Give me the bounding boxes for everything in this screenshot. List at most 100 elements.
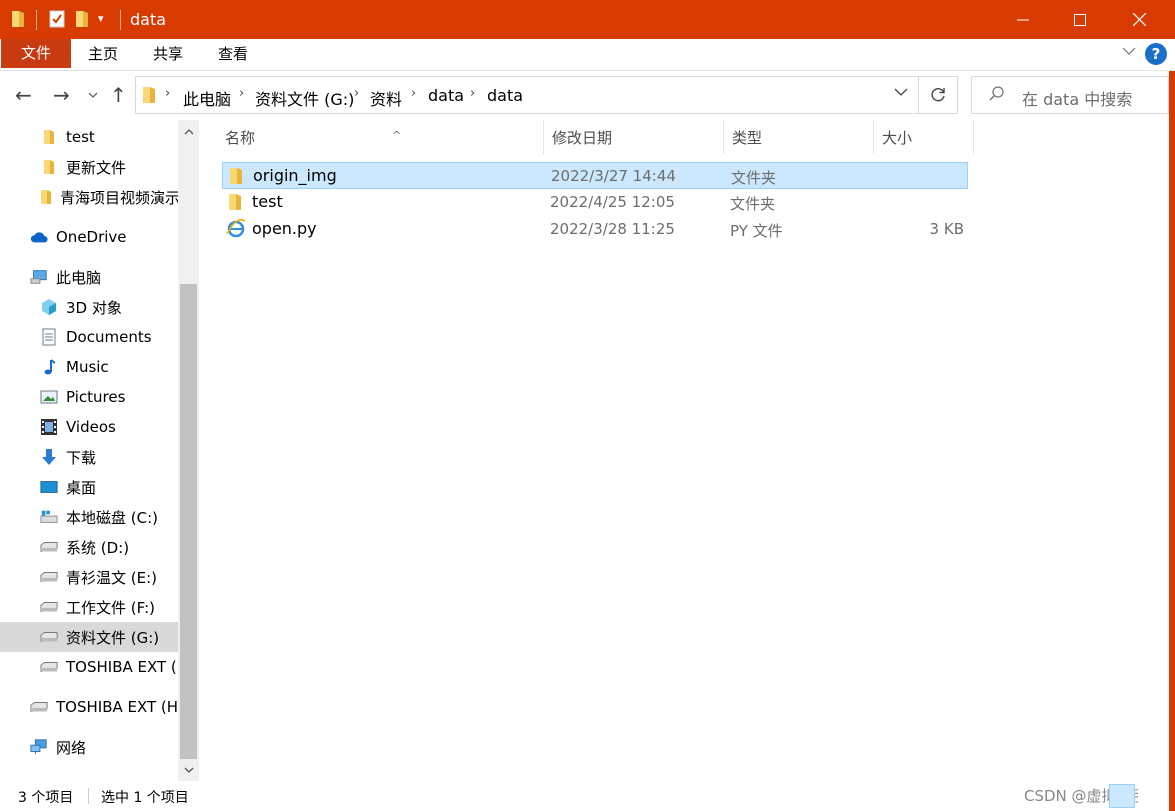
navigation-pane: test 更新文件 青海项目视频演示 OneDrive 此电脑 3D 对象 Do… — [0, 120, 199, 781]
music-icon — [40, 358, 58, 376]
sidebar-item-update-files[interactable]: 更新文件 — [0, 152, 178, 182]
maximize-button[interactable] — [1049, 0, 1111, 39]
close-button[interactable] — [1108, 0, 1170, 39]
folder-icon — [40, 158, 58, 176]
minimize-button[interactable] — [992, 0, 1054, 39]
forward-button[interactable]: → — [53, 83, 70, 107]
tab-home[interactable]: 主页 — [88, 39, 118, 68]
sidebar-item-downloads[interactable]: 下载 — [0, 442, 178, 472]
sidebar-item-videos[interactable]: Videos — [0, 412, 178, 442]
sidebar-item-network[interactable]: 网络 — [0, 732, 178, 762]
search-input[interactable]: 在 data 中搜索 — [1022, 86, 1132, 110]
breadcrumb-drive-g[interactable]: 资料文件 (G:) — [255, 86, 354, 110]
sidebar-item-label: 资料文件 (G:) — [66, 628, 160, 647]
breadcrumb-separator-icon: › — [165, 86, 171, 101]
sidebar-item-label: 青海项目视频演示 — [60, 188, 178, 207]
expand-ribbon-icon[interactable] — [1122, 44, 1136, 60]
address-bar[interactable]: › 此电脑 › 资料文件 (G:) › 资料 › data › data — [135, 76, 919, 114]
file-type: 文件夹 — [730, 195, 776, 213]
tab-file[interactable]: 文件 — [1, 39, 71, 68]
help-icon[interactable]: ? — [1145, 43, 1167, 65]
tab-view[interactable]: 查看 — [218, 39, 248, 68]
large-icons-view-button[interactable] — [1138, 784, 1164, 808]
file-type: 文件夹 — [731, 169, 777, 187]
recent-locations-button[interactable] — [88, 84, 98, 108]
sidebar-item-label: 更新文件 — [66, 158, 127, 177]
sidebar-scrollbar-thumb[interactable] — [180, 284, 197, 759]
refresh-button[interactable] — [919, 76, 958, 114]
file-row[interactable]: open.py 2022/3/28 11:25 PY 文件 3 KB — [222, 216, 968, 243]
ie-file-icon — [226, 218, 246, 242]
drive-icon — [40, 658, 58, 676]
scroll-up-icon[interactable] — [178, 122, 199, 142]
column-header-date[interactable]: 修改日期 — [544, 120, 724, 154]
column-header-type[interactable]: 类型 — [724, 120, 874, 154]
address-history-icon[interactable] — [894, 85, 908, 101]
properties-icon[interactable] — [48, 9, 66, 29]
this-pc-icon — [30, 268, 48, 286]
breadcrumb-data-1[interactable]: data — [428, 86, 464, 105]
sidebar-item-documents[interactable]: Documents — [0, 322, 178, 352]
drive-icon — [40, 628, 58, 646]
ribbon: 文件 主页 共享 查看 ? — [0, 39, 1175, 71]
column-header-name-label: 名称 — [225, 129, 256, 147]
download-icon — [40, 448, 58, 466]
file-name: open.py — [252, 219, 317, 238]
sidebar-item-label: TOSHIBA EXT (H:) — [56, 698, 178, 716]
sidebar-item-label: 工作文件 (F:) — [66, 598, 155, 617]
sidebar-item-drive-h[interactable]: TOSHIBA EXT (H:) — [0, 652, 178, 682]
breadcrumb-this-pc[interactable]: 此电脑 — [183, 86, 231, 110]
column-header-name[interactable]: 名称 ^ — [217, 120, 544, 154]
sidebar-item-label: 本地磁盘 (C:) — [66, 508, 158, 527]
details-view-button[interactable] — [1109, 784, 1135, 808]
file-row[interactable]: origin_img 2022/3/27 14:44 文件夹 — [222, 162, 968, 189]
sidebar-item-drive-h-root[interactable]: TOSHIBA EXT (H:) — [0, 692, 178, 722]
customize-toolbar-icon[interactable]: ▾ — [98, 12, 104, 25]
search-box[interactable]: 在 data 中搜索 — [971, 76, 1169, 114]
status-bar: 3 个项目 选中 1 个项目 CSDN @虚拟打手 — [0, 781, 1169, 811]
sidebar-item-this-pc[interactable]: 此电脑 — [0, 262, 178, 292]
scroll-down-icon[interactable] — [178, 760, 199, 780]
drive-icon — [30, 698, 48, 716]
file-row[interactable]: test 2022/4/25 12:05 文件夹 — [222, 189, 968, 216]
sidebar-item-label: 青衫温文 (E:) — [66, 568, 158, 587]
sidebar-item-desktop[interactable]: 桌面 — [0, 472, 178, 502]
sidebar-item-label: 此电脑 — [56, 268, 102, 287]
sidebar-item-label: Documents — [66, 328, 152, 346]
breadcrumb-separator-icon: › — [239, 86, 245, 101]
new-folder-icon[interactable] — [74, 9, 90, 29]
window-title: data — [130, 10, 167, 29]
breadcrumb-ziliao[interactable]: 资料 — [370, 86, 402, 110]
file-name: origin_img — [253, 166, 337, 185]
sidebar-item-label: test — [66, 128, 95, 146]
sidebar-item-test[interactable]: test — [0, 122, 178, 152]
sidebar-item-pictures[interactable]: Pictures — [0, 382, 178, 412]
sidebar-item-onedrive[interactable]: OneDrive — [0, 222, 178, 252]
sidebar-item-drive-g[interactable]: 资料文件 (G:) — [0, 622, 178, 652]
breadcrumb-data-2[interactable]: data — [487, 86, 523, 105]
sidebar-item-drive-e[interactable]: 青衫温文 (E:) — [0, 562, 178, 592]
sidebar-item-qinghai[interactable]: 青海项目视频演示 — [0, 182, 178, 212]
folder-icon — [10, 9, 26, 29]
up-button[interactable]: ↑ — [110, 83, 127, 107]
tab-share[interactable]: 共享 — [153, 39, 183, 68]
sidebar-item-music[interactable]: Music — [0, 352, 178, 382]
drive-icon — [40, 598, 58, 616]
drive-icon — [40, 568, 58, 586]
folder-icon — [229, 167, 243, 189]
navigation-bar: ← → ↑ › 此电脑 › 资料文件 (G:) › 资料 › data › da… — [0, 71, 1175, 120]
window-border — [1169, 71, 1175, 811]
sidebar-item-drive-f[interactable]: 工作文件 (F:) — [0, 592, 178, 622]
sidebar-item-label: 系统 (D:) — [66, 538, 130, 557]
drive-icon — [40, 538, 58, 556]
desktop-icon — [40, 478, 58, 496]
sidebar-item-drive-d[interactable]: 系统 (D:) — [0, 532, 178, 562]
sort-ascending-icon: ^ — [392, 129, 402, 142]
column-header-size[interactable]: 大小 — [874, 120, 974, 154]
documents-icon — [40, 328, 58, 346]
sidebar-item-3d-objects[interactable]: 3D 对象 — [0, 292, 178, 322]
windows-drive-icon — [40, 508, 58, 526]
back-button[interactable]: ← — [15, 83, 32, 107]
sidebar-item-drive-c[interactable]: 本地磁盘 (C:) — [0, 502, 178, 532]
breadcrumb-separator-icon: › — [411, 86, 417, 101]
